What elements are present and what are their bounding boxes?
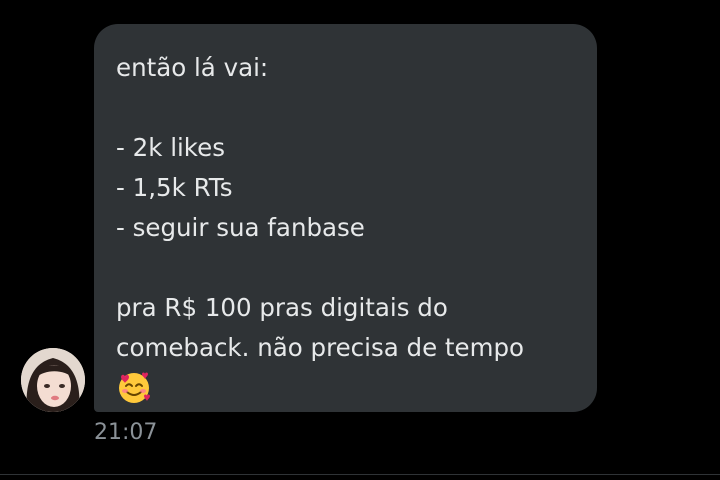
message-line: - 1,5k RTs [116,173,233,202]
avatar[interactable] [21,348,85,412]
avatar-image [21,348,85,412]
message-line: pra R$ 100 pras digitais do [116,293,448,322]
message-timestamp: 21:07 [94,420,158,445]
smiling-face-with-hearts-icon [116,369,152,405]
message-line-emoji [116,368,575,408]
divider [0,474,720,475]
message-line [116,248,575,288]
message-line: então lá vai: [116,53,269,82]
dm-conversation-view: então lá vai: - 2k likes - 1,5k RTs - se… [0,0,720,480]
message-line [116,88,575,128]
message-line: - seguir sua fanbase [116,213,365,242]
message-bubble[interactable]: então lá vai: - 2k likes - 1,5k RTs - se… [94,24,597,412]
message-line: - 2k likes [116,133,225,162]
message-line: comeback. não precisa de tempo [116,333,525,362]
received-message: então lá vai: - 2k likes - 1,5k RTs - se… [0,0,720,480]
